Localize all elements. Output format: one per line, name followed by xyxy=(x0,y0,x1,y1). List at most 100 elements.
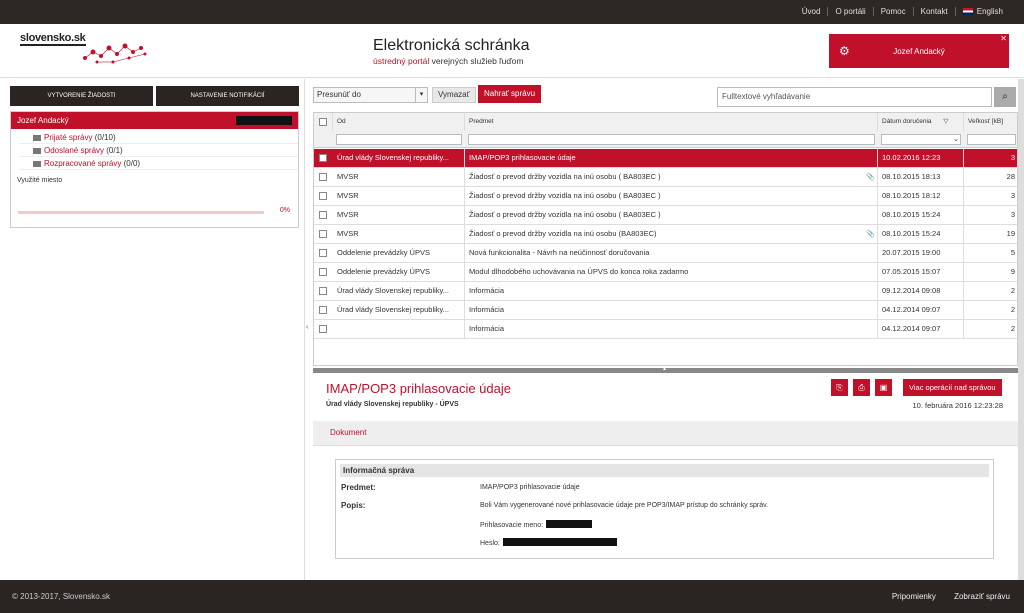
table-row[interactable]: Úrad vlády Slovenskej republiky... Inform… xyxy=(314,301,1017,320)
table-row[interactable]: Informácia 04.12.2014 09:07 2 xyxy=(314,320,1017,339)
usage-percent: 0% xyxy=(279,207,290,214)
row-checkbox[interactable] xyxy=(319,154,327,162)
footer-feedback-link[interactable]: Pripomienky xyxy=(892,592,936,601)
table-row[interactable]: MVSR Žiadosť o prevod držby vozidla na in… xyxy=(314,206,1017,225)
cell-date: 20.07.2015 19:00 xyxy=(878,244,964,262)
table-row[interactable]: MVSR Žiadosť o prevod držby vozidla na in… xyxy=(314,187,1017,206)
message-detail: IMAP/POP3 prihlasovacie údaje Úrad vlády… xyxy=(313,373,1018,580)
cell-from: Oddelenie prevádzky ÚPVS xyxy=(333,244,465,262)
upload-message-button[interactable]: Nahrať správu xyxy=(478,85,542,103)
close-icon[interactable]: ✕ xyxy=(1000,34,1007,43)
folder-inbox[interactable]: Prijaté správy (0/10) xyxy=(19,131,298,144)
folder-tree: Prijaté správy (0/10) Odoslané správy (0… xyxy=(11,129,298,170)
filter-icon[interactable]: ▽ xyxy=(943,118,948,125)
tab-document[interactable]: Dokument xyxy=(330,428,366,437)
cell-subject: Žiadosť o prevod držby vozidla na inú os… xyxy=(465,168,878,186)
search-icon[interactable]: ⌕ xyxy=(994,87,1016,107)
redacted-badge xyxy=(236,116,292,125)
filter-date-select[interactable]: ⌄ xyxy=(881,134,961,145)
column-size[interactable]: Veľkosť [kB] xyxy=(964,113,1017,131)
filter-from-input[interactable] xyxy=(336,134,462,145)
row-checkbox[interactable] xyxy=(319,268,327,276)
collapse-sidebar-icon[interactable]: ‹ xyxy=(306,324,308,331)
table-row[interactable]: MVSR Žiadosť o prevod držby vozidla na in… xyxy=(314,168,1017,187)
row-checkbox[interactable] xyxy=(319,230,327,238)
uk-flag-icon xyxy=(962,8,973,15)
row-checkbox[interactable] xyxy=(319,325,327,333)
message-sender: Úrad vlády Slovenskej republiky - ÚPVS xyxy=(326,401,459,408)
chevron-down-icon: ⌄ xyxy=(953,136,959,143)
message-table: Od Predmet Dátum doručenia ▽ Veľkosť [kB… xyxy=(313,112,1018,366)
nav-o-portali[interactable]: O portáli xyxy=(827,7,872,16)
usage-label: Využité miesto xyxy=(17,177,63,184)
folder-drafts[interactable]: Rozpracované správy (0/0) xyxy=(19,157,298,170)
create-request-button[interactable]: Vytvorenie žiadosti xyxy=(10,86,153,106)
row-checkbox[interactable] xyxy=(319,306,327,314)
notification-settings-button[interactable]: Nastavenie notifikácií xyxy=(156,86,299,106)
column-date[interactable]: Dátum doručenia ▽ xyxy=(878,113,964,131)
filter-size-input[interactable] xyxy=(967,134,1016,145)
column-from[interactable]: Od xyxy=(333,113,465,131)
row-checkbox[interactable] xyxy=(319,211,327,219)
page-frame: slovensko.sk Elektronická schránka ústre… xyxy=(0,24,1024,580)
cell-size: 2 xyxy=(1010,286,1015,295)
table-row[interactable]: MVSR Žiadosť o prevod držby vozidla na in… xyxy=(314,225,1017,244)
app-title: Elektronická schránka xyxy=(373,37,530,54)
folder-count: (0/0) xyxy=(123,159,141,168)
app-subtitle: ústredný portál verejných služieb ľuďom xyxy=(373,56,523,66)
cell-subject: Žiadosť o prevod držby vozidla na inú os… xyxy=(465,206,878,224)
page-scrollbar[interactable] xyxy=(1018,79,1024,580)
cell-size: 2 xyxy=(1010,305,1015,314)
delete-button[interactable]: Vymazať xyxy=(432,87,476,103)
pdf-icon[interactable]: ⎘ xyxy=(831,379,848,396)
table-row[interactable]: Úrad vlády Slovenskej republiky... Inform… xyxy=(314,282,1017,301)
row-checkbox[interactable] xyxy=(319,249,327,257)
logo[interactable]: slovensko.sk xyxy=(20,32,160,72)
header-checkbox-cell xyxy=(314,113,333,131)
nav-english[interactable]: English xyxy=(954,7,1010,16)
nav-english-label: English xyxy=(976,7,1003,16)
left-column: Vytvorenie žiadosti Nastavenie notifikác… xyxy=(0,79,305,580)
cell-size: 9 xyxy=(1010,267,1015,276)
cell-size: 3 xyxy=(1010,210,1015,219)
folder-icon xyxy=(33,148,41,154)
cell-from: Úrad vlády Slovenskej republiky... xyxy=(333,301,465,319)
move-to-select[interactable]: Presunúť do ▾ xyxy=(313,87,428,103)
cell-subject: Nová funkcionalita - Návrh na neúčinnosť… xyxy=(465,244,878,262)
save-icon[interactable]: ▣ xyxy=(875,379,892,396)
row-checkbox[interactable] xyxy=(319,192,327,200)
more-operations-button[interactable]: Viac operácií nad správou xyxy=(903,379,1002,396)
mailbox-header[interactable]: Jozef Andacký xyxy=(11,112,298,129)
row-checkbox[interactable] xyxy=(319,173,327,181)
usage-bar xyxy=(18,211,264,214)
footer-view-message-link[interactable]: Zobraziť správu xyxy=(954,592,1010,601)
mailbox-owner: Jozef Andacký xyxy=(17,116,69,125)
password-line: Heslo: xyxy=(480,538,617,547)
user-box[interactable]: ⚙ Jozef Andacký ✕ xyxy=(829,34,1009,68)
folder-sent[interactable]: Odoslané správy (0/1) xyxy=(19,144,298,157)
cell-from: Oddelenie prevádzky ÚPVS xyxy=(333,263,465,281)
attachment-icon: 📎 xyxy=(866,230,875,238)
cell-subject: Informácia xyxy=(465,320,878,338)
cell-date: 10.02.2016 12:23 xyxy=(878,149,964,167)
cell-date: 07.05.2015 15:07 xyxy=(878,263,964,281)
table-row[interactable]: Oddelenie prevádzky ÚPVS Nová funkcionali… xyxy=(314,244,1017,263)
nav-pomoc[interactable]: Pomoc xyxy=(872,7,913,16)
select-all-checkbox[interactable] xyxy=(319,118,327,126)
cell-date: 08.10.2015 18:13 xyxy=(878,168,964,186)
redacted-password xyxy=(502,538,617,546)
message-date: 10. februára 2016 12:23:28 xyxy=(912,401,1004,410)
filter-subject-input[interactable] xyxy=(468,134,875,145)
info-message-box: Informačná správa Predmet: IMAP/POP3 pri… xyxy=(335,459,994,559)
table-row[interactable]: Oddelenie prevádzky ÚPVS Modul dlhodobého… xyxy=(314,263,1017,282)
search-input[interactable]: Fulltextové vyhľadávanie xyxy=(717,87,992,107)
header: slovensko.sk Elektronická schránka ústre… xyxy=(0,24,1024,78)
user-name: Jozef Andacký xyxy=(893,47,945,56)
column-subject[interactable]: Predmet xyxy=(465,113,878,131)
row-checkbox[interactable] xyxy=(319,287,327,295)
table-row[interactable]: Úrad vlády Slovenskej republiky... IMAP/P… xyxy=(314,149,1017,168)
print-icon[interactable]: ⎙ xyxy=(853,379,870,396)
nav-uvod[interactable]: Úvod xyxy=(795,7,828,16)
nav-kontakt[interactable]: Kontakt xyxy=(912,7,955,16)
folder-icon xyxy=(33,161,41,167)
